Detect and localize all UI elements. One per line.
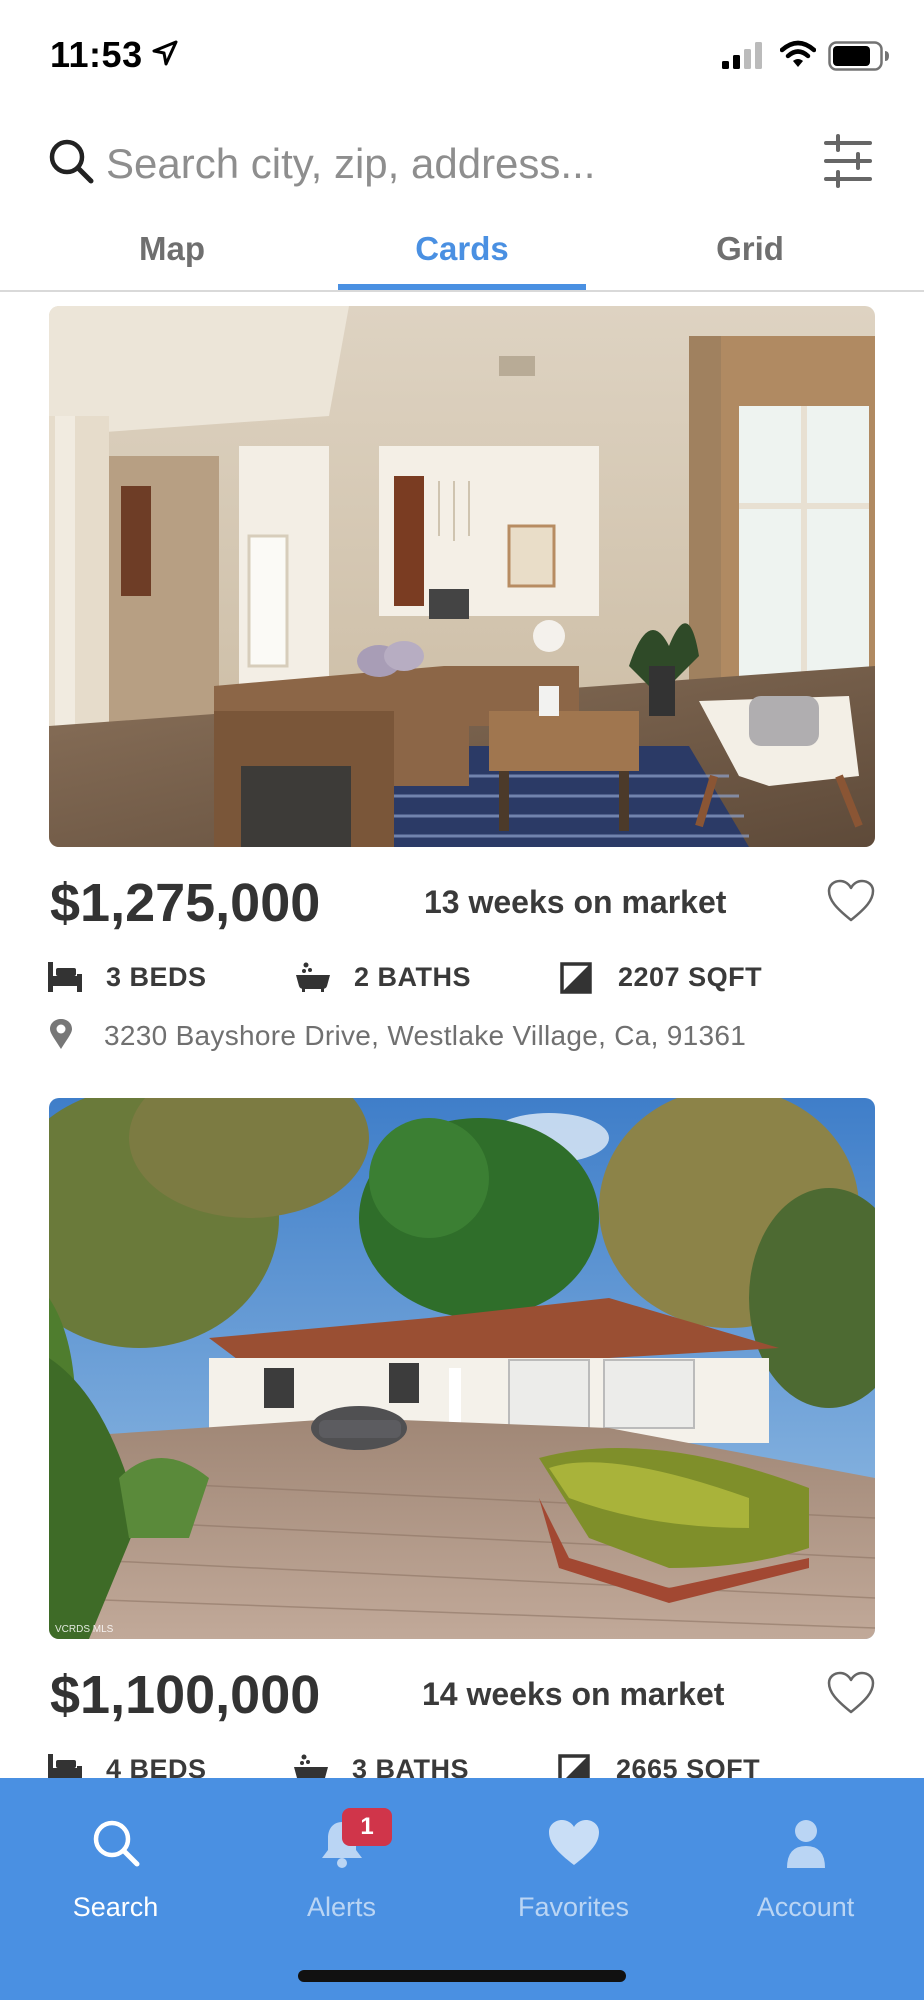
- listing-price: $1,275,000: [50, 873, 321, 933]
- user-icon: [786, 1820, 825, 1868]
- nav-alerts[interactable]: 1 Alerts: [226, 1808, 457, 1928]
- heart-icon: [548, 1820, 599, 1865]
- tab-grid[interactable]: Grid: [606, 230, 894, 268]
- beds-count: 3 BEDS: [106, 962, 207, 992]
- filter-sliders-icon[interactable]: [822, 134, 874, 188]
- search-icon: [93, 1820, 139, 1867]
- nav-favorites-label: Favorites: [517, 1892, 630, 1922]
- home-indicator: [298, 1970, 626, 1982]
- nav-account[interactable]: Account: [690, 1808, 921, 1928]
- listing-photo[interactable]: [49, 306, 875, 847]
- search-icon: [49, 139, 94, 184]
- favorite-heart-icon[interactable]: [826, 878, 876, 924]
- nav-account-label: Account: [756, 1892, 855, 1922]
- bed-icon: [48, 962, 82, 992]
- bathtub-icon: [296, 962, 330, 992]
- status-time: 11:53: [50, 34, 143, 75]
- listing-price: $1,100,000: [50, 1665, 321, 1725]
- days-on-market: 13 weeks on market: [424, 884, 727, 920]
- view-tabs: Map Cards Grid: [0, 222, 924, 292]
- alerts-badge: 1: [342, 1808, 392, 1846]
- nav-search[interactable]: Search: [0, 1808, 231, 1928]
- tab-map[interactable]: Map: [28, 230, 316, 268]
- location-arrow-icon: [152, 40, 178, 66]
- photo-watermark: VCRDS MLS: [55, 1624, 114, 1635]
- listing-address: 3230 Bayshore Drive, Westlake Village, C…: [104, 1020, 747, 1051]
- sqft-value: 2207 SQFT: [618, 962, 763, 992]
- cellular-signal-icon: [722, 42, 762, 69]
- battery-icon: [828, 41, 889, 71]
- nav-search-label: Search: [72, 1892, 159, 1922]
- tab-cards[interactable]: Cards: [318, 230, 606, 268]
- search-bar: [0, 120, 924, 206]
- search-input[interactable]: [106, 136, 666, 192]
- bottom-tab-bar: Search 1 Alerts Favorites Account: [0, 1778, 924, 2000]
- nav-favorites[interactable]: Favorites: [458, 1808, 689, 1928]
- baths-count: 2 BATHS: [354, 962, 472, 992]
- nav-alerts-label: Alerts: [306, 1892, 377, 1922]
- favorite-heart-icon[interactable]: [826, 1670, 876, 1716]
- location-pin-icon: [50, 1019, 72, 1049]
- days-on-market: 14 weeks on market: [422, 1676, 725, 1712]
- square-footage-icon: [560, 962, 592, 994]
- listing-photo[interactable]: VCRDS MLS: [49, 1098, 875, 1639]
- wifi-icon: [780, 40, 816, 67]
- active-tab-indicator: [338, 284, 586, 290]
- status-bar: 11:53: [0, 0, 924, 110]
